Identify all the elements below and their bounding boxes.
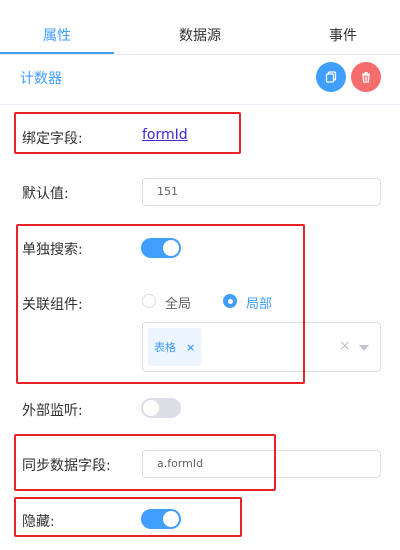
hidden-label: 隐藏: bbox=[22, 514, 55, 530]
external-listen-switch[interactable] bbox=[141, 398, 181, 418]
copy-button[interactable] bbox=[316, 62, 346, 92]
selected-tag: 表格 × bbox=[148, 328, 201, 366]
tag-close-icon[interactable]: × bbox=[186, 341, 195, 354]
section-header: 计数器 bbox=[0, 56, 400, 98]
default-value-label: 默认值: bbox=[22, 186, 69, 202]
switch-knob bbox=[143, 400, 159, 416]
external-listen-label: 外部监听: bbox=[22, 403, 83, 419]
radio-global[interactable] bbox=[142, 294, 156, 308]
copy-icon bbox=[325, 71, 337, 83]
tab-events[interactable]: 事件 bbox=[286, 0, 400, 54]
active-tab-indicator bbox=[0, 52, 114, 54]
switch-knob bbox=[163, 511, 179, 527]
linked-component-label: 关联组件: bbox=[22, 297, 83, 313]
default-value-input[interactable]: 151 bbox=[142, 178, 381, 206]
clear-icon[interactable]: × bbox=[339, 338, 351, 354]
linked-component-select[interactable]: 表格 × × bbox=[142, 322, 381, 372]
delete-button[interactable] bbox=[351, 62, 381, 92]
chevron-down-icon[interactable] bbox=[359, 345, 369, 351]
search-alone-label: 单独搜索: bbox=[22, 242, 83, 258]
search-alone-switch[interactable] bbox=[141, 238, 181, 258]
section-divider bbox=[0, 104, 400, 105]
bind-field-label: 绑定字段: bbox=[22, 131, 83, 147]
sync-data-field-input[interactable]: a.formId bbox=[142, 450, 381, 478]
hidden-switch[interactable] bbox=[141, 509, 181, 529]
bind-field-link[interactable]: formId bbox=[142, 127, 188, 143]
radio-local-label[interactable]: 局部 bbox=[246, 293, 272, 312]
tab-datasource[interactable]: 数据源 bbox=[143, 0, 257, 54]
section-title: 计数器 bbox=[20, 71, 62, 87]
sync-data-field-label: 同步数据字段: bbox=[22, 458, 111, 474]
tab-properties[interactable]: 属性 bbox=[0, 0, 114, 54]
tab-bar: 属性 数据源 事件 bbox=[0, 0, 400, 55]
radio-global-label[interactable]: 全局 bbox=[165, 293, 191, 312]
trash-icon bbox=[362, 72, 370, 83]
tag-label: 表格 bbox=[154, 341, 176, 354]
switch-knob bbox=[163, 240, 179, 256]
radio-local[interactable] bbox=[223, 294, 237, 308]
